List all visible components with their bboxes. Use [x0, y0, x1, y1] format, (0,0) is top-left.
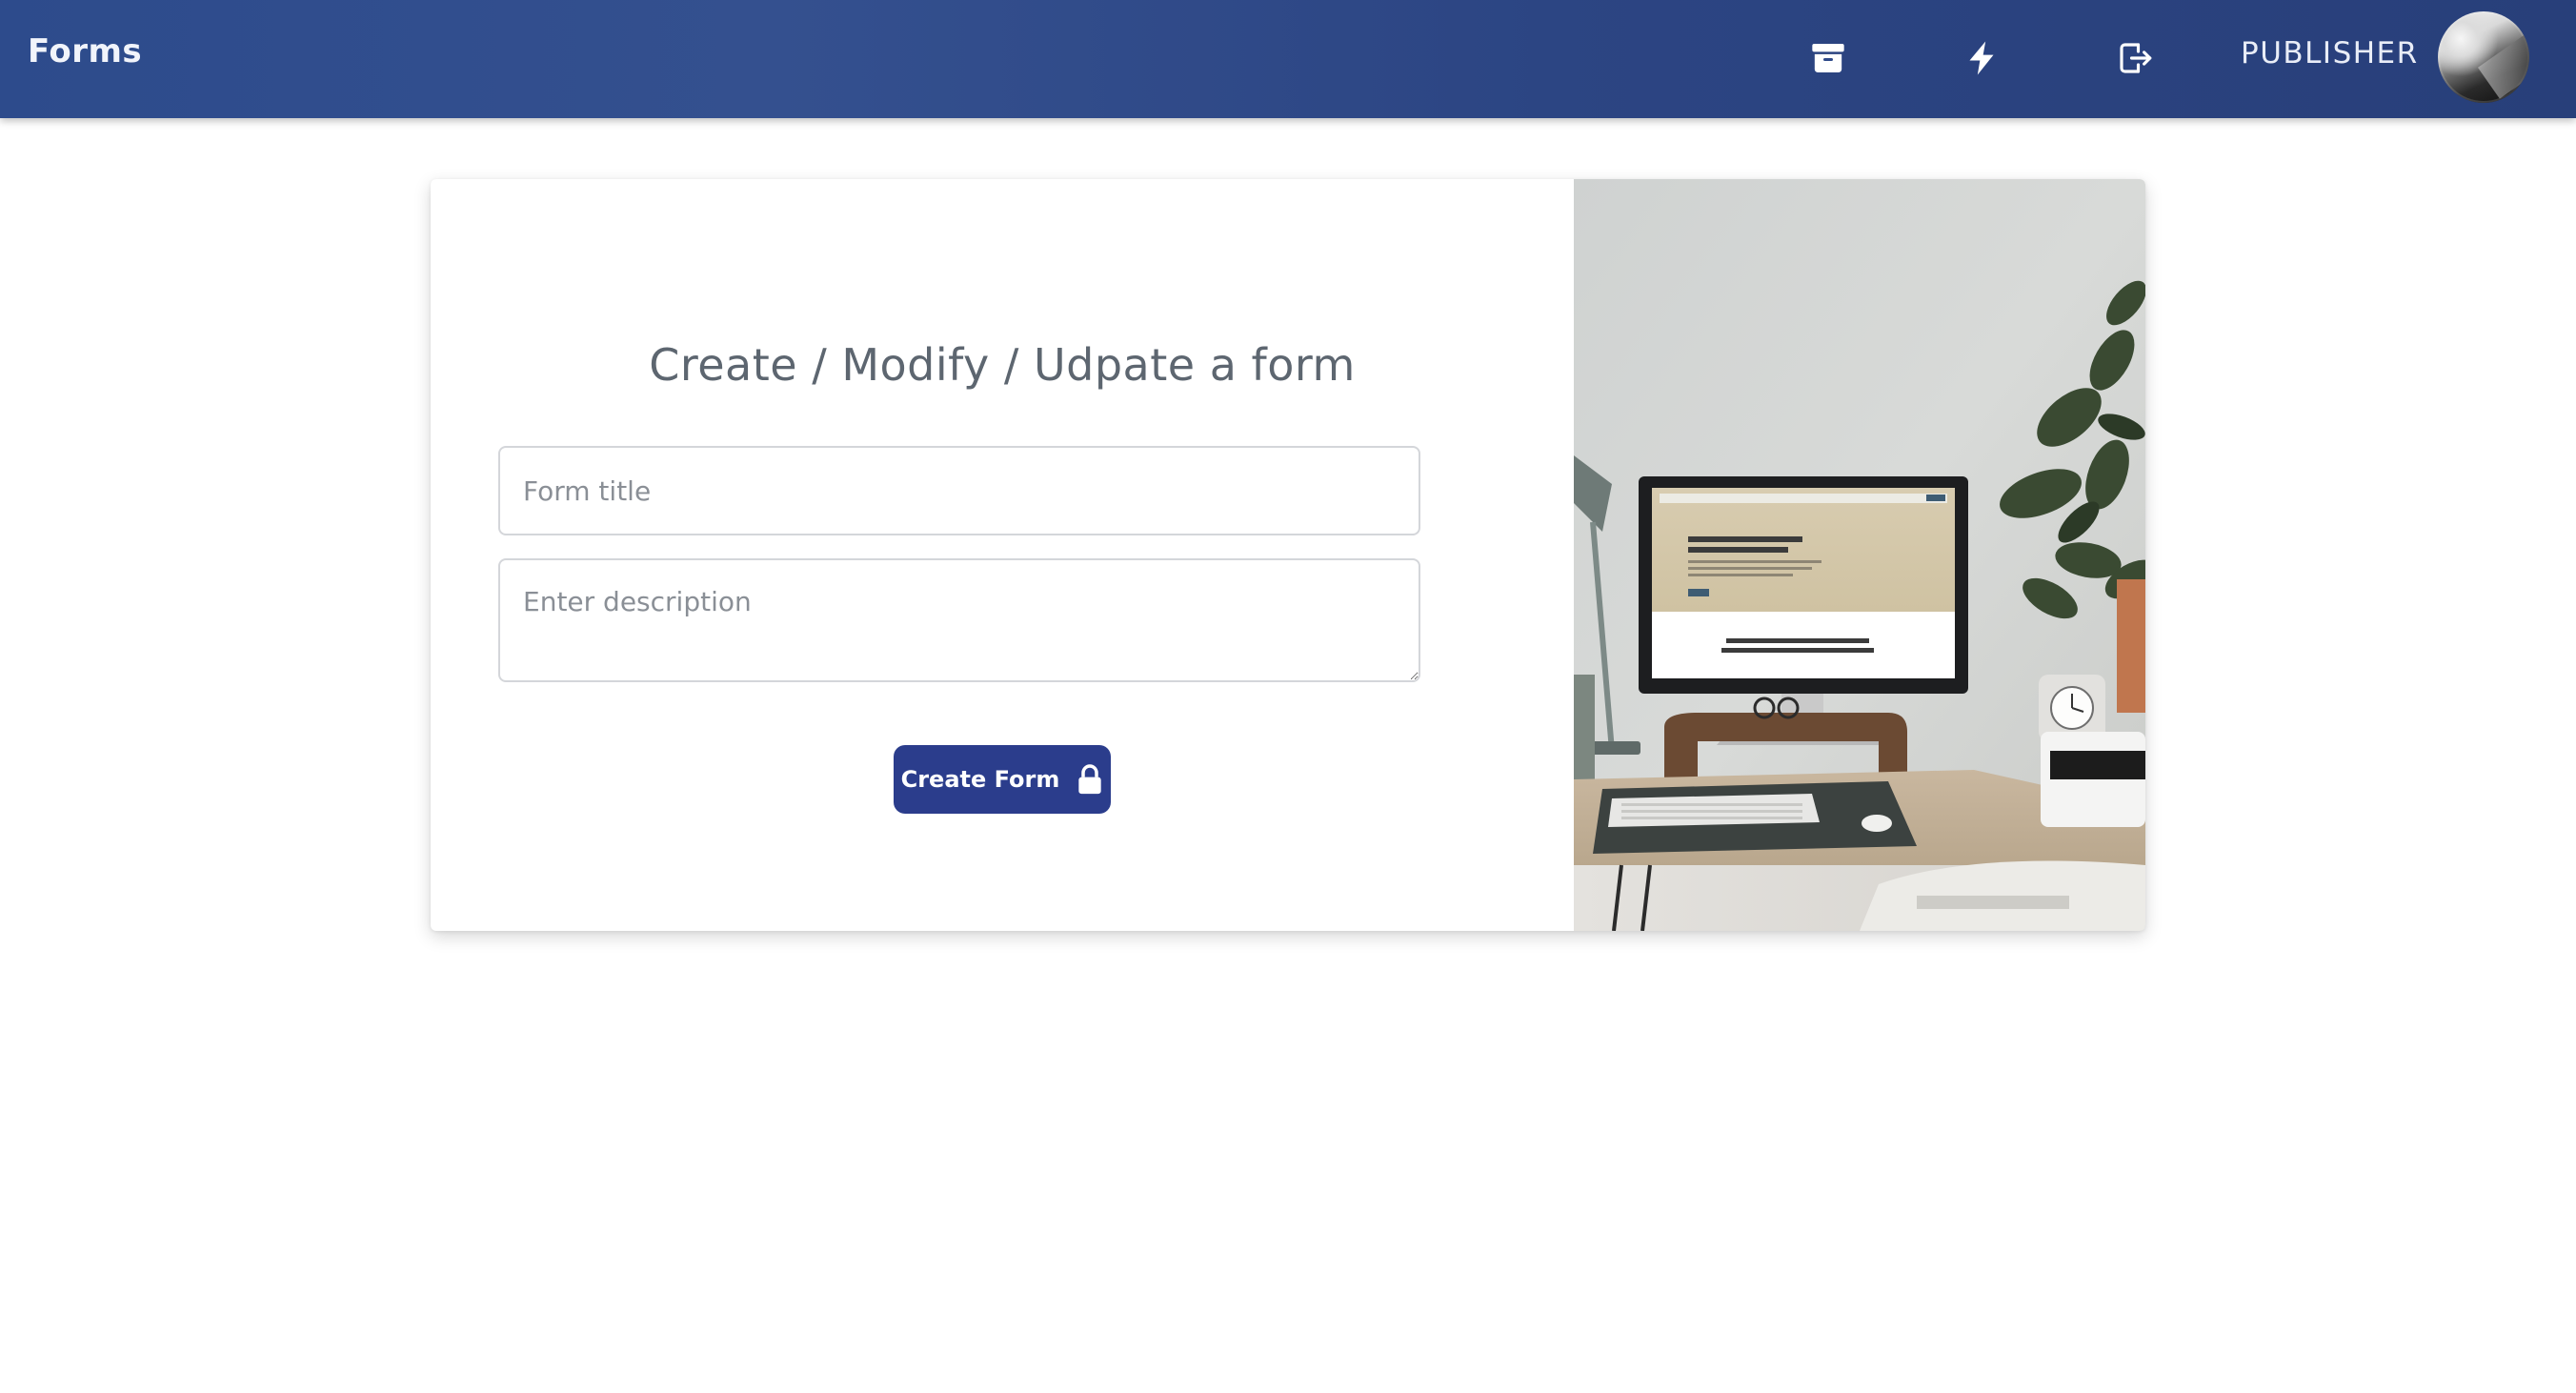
top-navbar: Forms PUBLISHER — [0, 0, 2576, 118]
create-form-button[interactable]: Create Form — [894, 745, 1111, 814]
bolt-icon[interactable] — [1956, 32, 2007, 84]
brand-title[interactable]: Forms — [28, 32, 142, 71]
archive-icon[interactable] — [1802, 32, 1854, 84]
logout-icon[interactable] — [2109, 32, 2161, 84]
form-card: Create / Modify / Udpate a form Create F… — [431, 179, 2145, 931]
page-title: Create / Modify / Udpate a form — [649, 339, 1356, 391]
user-avatar[interactable] — [2438, 11, 2529, 103]
user-role-label: PUBLISHER — [2241, 36, 2419, 71]
lock-icon — [1077, 763, 1103, 796]
create-form-label: Create Form — [900, 766, 1060, 793]
description-textarea[interactable] — [498, 558, 1420, 682]
desk-illustration — [1574, 179, 2145, 931]
form-title-input[interactable] — [498, 446, 1420, 535]
